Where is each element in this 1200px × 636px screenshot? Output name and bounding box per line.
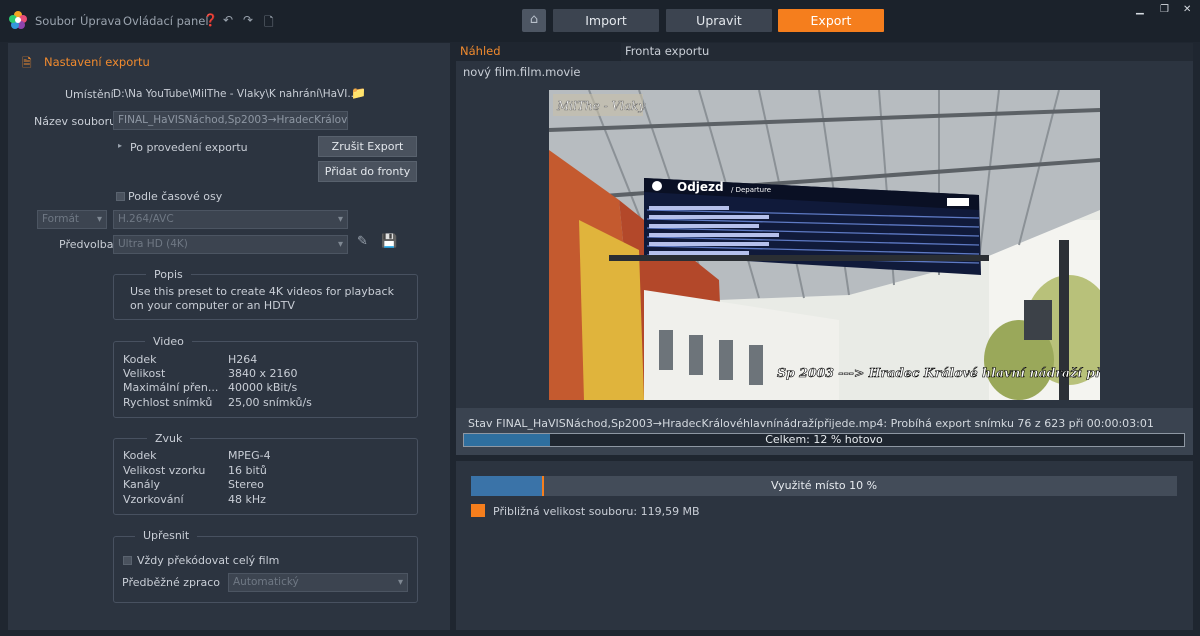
filename-label: Název souboru [34,115,117,128]
audio-channels-value: Stereo [228,478,264,491]
audio-codec-label: Kodek [123,449,157,462]
menu-control-panel[interactable]: Ovládací panel [123,14,209,28]
preset-select[interactable]: Ultra HD (4K) [113,235,348,254]
edit-preset-icon[interactable]: ✎ [357,234,368,249]
app-logo-icon [9,11,27,29]
tab-preview[interactable]: Náhled [456,43,621,61]
project-filename: nový film.film.movie [463,65,581,79]
export-settings-title: Nastavení exportu [44,55,150,69]
close-icon[interactable]: ✕ [1183,4,1191,15]
expand-arrow-icon[interactable]: ▸ [118,141,122,150]
description-text: Use this preset to create 4K videos for … [130,285,394,312]
timeline-label: Podle časové osy [128,190,223,203]
prerender-label: Předběžné zpraco [122,576,221,589]
video-title: Video [145,335,192,348]
help-icon[interactable]: ❓ [203,13,218,27]
video-framerate-value: 25,00 snímků/s [228,396,312,409]
location-label: Umístění [65,88,114,101]
edit-button[interactable]: Upravit [666,9,772,32]
file-size-label: Přibližná velikost souboru: 119,59 MB [493,505,700,518]
home-icon: ⌂ [529,12,539,27]
audio-codec-value: MPEG-4 [228,449,271,462]
audio-sample-size-label: Velikost vzorku [123,464,206,477]
description-title: Popis [146,268,191,281]
preset-value: Ultra HD (4K) [118,238,188,250]
folder-icon[interactable]: 📁 [351,86,366,100]
timeline-checkbox[interactable] [116,192,125,201]
video-caption: Sp 2003 ---> Hradec Králové hlavní nádra… [777,365,1100,380]
refine-title: Upřesnit [135,529,198,542]
minimize-icon[interactable]: ▁ [1136,4,1144,15]
audio-samplerate-label: Vzorkování [123,493,184,506]
format-type-select[interactable]: Formát [37,210,107,229]
board-title: Odjezd [677,180,724,194]
video-framerate-label: Rychlost snímků [123,396,213,409]
document-icon[interactable]: 🗋 [264,13,274,34]
board-subtitle: / Departure [731,186,771,194]
tab-export-queue[interactable]: Fronta exportu [621,43,1193,61]
audio-channels-label: Kanály [123,478,161,491]
filename-input[interactable]: FINAL_HaVISNáchod,Sp2003→HradecKrálověh [113,111,348,130]
watermark-text: MilThe - Vlaky [556,99,645,113]
location-value: D:\Na YouTube\MilThe - Vlaky\K nahrání\H… [113,88,358,100]
audio-sample-size-value: 16 bitů [228,464,267,477]
video-frame-image: Odjezd / Departure MilThe - Vlaky Sp 200… [549,90,1100,400]
add-to-queue-button[interactable]: Přidat do fronty [318,161,417,182]
video-size-value: 3840 x 2160 [228,367,298,380]
audio-title: Zvuk [147,432,191,445]
export-button[interactable]: Export [778,9,884,32]
disk-usage-label: Využité místo 10 % [770,479,878,492]
after-export-label[interactable]: Po provedení exportu [130,141,248,154]
restore-icon[interactable]: ❐ [1160,4,1169,15]
video-codec-value: H264 [228,353,258,366]
preset-label: Předvolba [59,238,114,251]
export-progress-bar: Celkem: 12 % hotovo [463,433,1185,447]
file-size-legend-swatch [471,504,485,517]
import-button[interactable]: Import [553,9,659,32]
always-transcode-checkbox[interactable] [123,556,132,565]
video-size-label: Velikost [123,367,166,380]
disk-usage-bar: Využité místo 10 % [471,476,1177,496]
menu-edit[interactable]: Úprava [80,14,121,28]
format-select[interactable]: H.264/AVC [113,210,348,229]
prerender-value: Automatický [233,576,299,588]
always-transcode-label: Vždy překódovat celý film [137,554,280,567]
redo-icon[interactable]: ↷ [243,13,253,27]
video-bitrate-value: 40000 kBit/s [228,381,298,394]
settings-doc-icon: 🗎 [22,56,32,70]
format-value: H.264/AVC [118,213,174,225]
undo-icon[interactable]: ↶ [223,13,233,27]
video-bitrate-label: Maximální přen... [123,381,219,394]
cancel-export-button[interactable]: Zrušit Export [318,136,417,157]
save-preset-icon[interactable]: 💾 [381,234,397,249]
export-status-text: Stav FINAL_HaVISNáchod,Sp2003→HradecKrál… [468,417,1154,430]
format-label: Formát [42,213,80,225]
refine-group [113,536,418,603]
video-preview: Odjezd / Departure MilThe - Vlaky Sp 200… [549,90,1100,400]
export-status-bar [456,408,1193,455]
audio-samplerate-value: 48 kHz [228,493,266,506]
prerender-select[interactable]: Automatický [228,573,408,592]
menu-file[interactable]: Soubor [35,14,76,28]
home-button[interactable]: ⌂ [522,9,546,32]
video-codec-label: Kodek [123,353,157,366]
export-progress-label: Celkem: 12 % hotovo [765,433,883,446]
